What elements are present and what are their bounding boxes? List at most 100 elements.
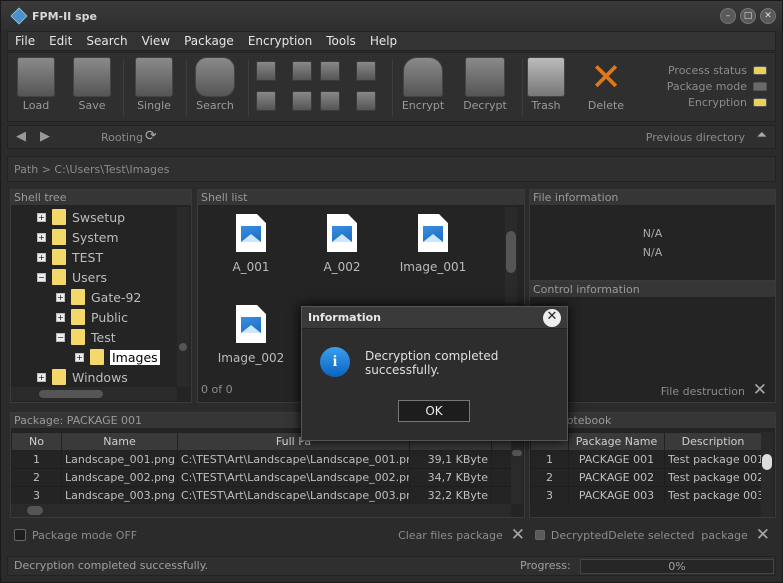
ok-button[interactable]: OK <box>398 400 470 422</box>
tree-item-users[interactable]: − Users <box>37 267 107 287</box>
expand-icon[interactable]: + <box>37 212 46 222</box>
toolbar-separator <box>186 59 187 117</box>
menu-help[interactable]: Help <box>363 34 404 48</box>
scroll-thumb[interactable] <box>512 450 522 456</box>
cell-package-name: PACKAGE 002 <box>568 468 665 487</box>
image-file-icon <box>236 214 266 252</box>
decrypted-label: Decrypted <box>550 528 609 542</box>
tree-item-test[interactable]: − Test <box>56 327 116 347</box>
menu-package[interactable]: Package <box>177 34 241 48</box>
scroll-thumb[interactable] <box>506 231 516 273</box>
navigation-bar: ◀ ▶ Rooting ⟳ Previous directory ⏶ <box>7 125 776 149</box>
path-value[interactable]: C:\Users\Test\Images <box>54 163 169 176</box>
single-button[interactable]: Single <box>132 57 176 112</box>
binoculars-icon <box>195 57 235 97</box>
tree-item-gate-92[interactable]: + Gate-92 <box>56 287 141 307</box>
package-mode-label: Package mode <box>666 79 747 93</box>
file-item[interactable]: Image_001 <box>388 214 478 274</box>
col-package-name[interactable]: Package Name <box>568 432 665 451</box>
col-name[interactable]: Name <box>61 432 178 451</box>
dialog-close-icon[interactable]: ✕ <box>543 309 561 327</box>
tree-item-windows[interactable]: + Windows <box>37 367 128 387</box>
encrypt-button[interactable]: Encrypt <box>400 57 446 112</box>
file-destruction-x-icon[interactable]: ✕ <box>753 380 767 400</box>
tree-item-images[interactable]: + Images <box>75 347 160 367</box>
save-button[interactable]: Save <box>70 57 114 112</box>
expand-icon[interactable]: + <box>56 292 65 302</box>
decrypt-button[interactable]: Decrypt <box>460 57 510 112</box>
scroll-thumb[interactable] <box>39 390 103 398</box>
table-row[interactable]: 1 Landscape_001.png C:\TEST\Art\Landscap… <box>11 450 511 469</box>
expand-icon[interactable]: + <box>37 232 46 242</box>
collapse-icon[interactable]: − <box>56 332 65 342</box>
package-horizontal-scrollbar[interactable] <box>11 504 511 517</box>
drive-icon[interactable] <box>320 61 340 81</box>
table-row[interactable]: 3 Landscape_003.png C:\TEST\Art\Landscap… <box>11 486 511 504</box>
folder-copy-icon[interactable] <box>292 61 312 81</box>
package-vertical-scrollbar[interactable] <box>511 432 523 504</box>
add-icon[interactable] <box>256 91 276 111</box>
clear-files-package-x-icon[interactable]: ✕ <box>511 525 525 545</box>
main-window: FPM-II spe – □ ✕ File Edit Search View P… <box>0 0 783 583</box>
tree-vertical-scrollbar[interactable] <box>177 207 189 387</box>
cell-no: 2 <box>530 468 569 487</box>
tree-item-label-selected: Images <box>110 349 160 365</box>
tree-item-public[interactable]: + Public <box>56 307 128 327</box>
menu-encryption[interactable]: Encryption <box>241 34 319 48</box>
expand-icon[interactable]: + <box>37 372 46 382</box>
file-information-title: File information <box>530 190 775 206</box>
folder-icon <box>71 329 85 345</box>
expand-icon[interactable]: + <box>37 252 46 262</box>
minimize-icon[interactable]: – <box>720 8 736 24</box>
delete-button[interactable]: ✕ Delete <box>583 57 629 112</box>
table-row[interactable]: 1 PACKAGE 001 Test package 001 <box>530 450 761 469</box>
notebook-vertical-scrollbar[interactable] <box>761 432 773 517</box>
table-row[interactable]: 2 PACKAGE 002 Test package 002 <box>530 468 761 487</box>
up-directory-icon[interactable]: ⏶ <box>757 128 767 143</box>
scroll-thumb[interactable] <box>179 343 187 351</box>
menu-file[interactable]: File <box>8 34 42 48</box>
copy-icon[interactable] <box>256 61 276 81</box>
delete-selected-package-x-icon[interactable]: ✕ <box>756 525 770 545</box>
tree-item-test-root[interactable]: + TEST <box>37 247 103 267</box>
table-row[interactable]: 2 Landscape_002.png C:\TEST\Art\Landscap… <box>11 468 511 487</box>
maximize-icon[interactable]: □ <box>740 8 756 24</box>
collapse-icon[interactable]: − <box>37 272 46 282</box>
package-mode-checkbox[interactable] <box>14 529 26 541</box>
forward-arrow-icon[interactable]: ▶ <box>40 129 50 144</box>
menu-search[interactable]: Search <box>79 34 134 48</box>
tools-icon[interactable] <box>292 91 312 111</box>
cell-size: 39,1 KByte <box>409 450 492 469</box>
file-item[interactable]: A_002 <box>297 214 387 274</box>
tree-item-swsetup[interactable]: + Swsetup <box>37 207 125 227</box>
menu-edit[interactable]: Edit <box>42 34 79 48</box>
package-mode-label: Package mode OFF <box>32 528 138 542</box>
load-button[interactable]: Load <box>14 57 58 112</box>
menu-tools[interactable]: Tools <box>319 34 363 48</box>
file-item[interactable]: Image_002 <box>206 305 296 365</box>
close-icon[interactable]: ✕ <box>760 8 776 24</box>
scroll-thumb[interactable] <box>27 506 43 515</box>
file-item[interactable]: A_001 <box>206 214 296 274</box>
trash-button[interactable]: Trash <box>524 57 568 112</box>
back-arrow-icon[interactable]: ◀ <box>16 129 26 144</box>
folder-icon <box>52 209 66 225</box>
list-icon[interactable] <box>356 91 376 111</box>
checklist-icon[interactable] <box>356 61 376 81</box>
refresh-icon[interactable]: ⟳ <box>145 128 157 144</box>
expand-icon[interactable]: + <box>75 352 84 362</box>
folder-icon <box>52 269 66 285</box>
col-description[interactable]: Description <box>664 432 761 451</box>
search-button[interactable]: Search <box>192 57 238 112</box>
col-no[interactable]: No <box>11 432 62 451</box>
expand-icon[interactable]: + <box>56 312 65 322</box>
tree-item-system[interactable]: + System <box>37 227 119 247</box>
cell-size: 34,7 KByte <box>409 468 492 487</box>
network-icon[interactable] <box>320 91 340 111</box>
tree-horizontal-scrollbar[interactable] <box>11 387 177 401</box>
clear-files-package-label: Clear files package <box>398 528 503 542</box>
menu-view[interactable]: View <box>135 34 177 48</box>
scroll-thumb[interactable] <box>762 454 772 470</box>
dialog-message: Decryption completed successfully. <box>365 349 499 377</box>
table-row[interactable]: 3 PACKAGE 003 Test package 003 <box>530 486 761 504</box>
